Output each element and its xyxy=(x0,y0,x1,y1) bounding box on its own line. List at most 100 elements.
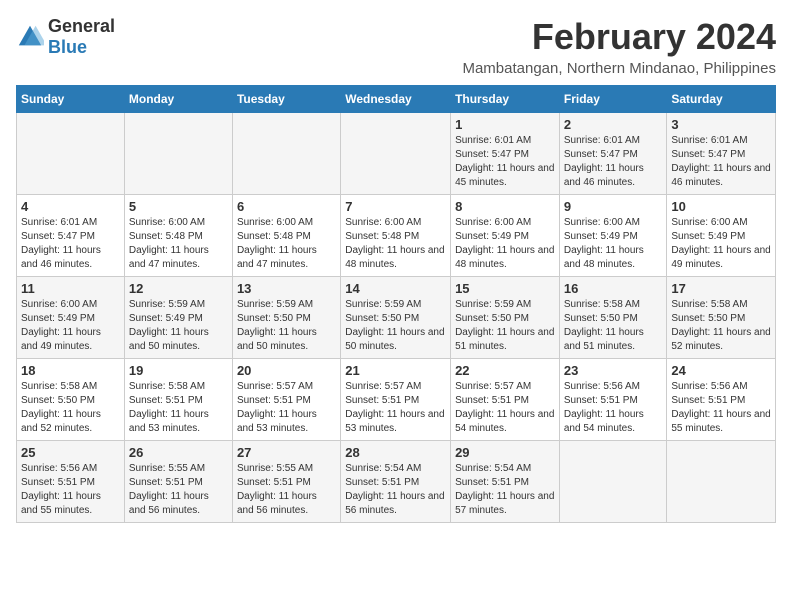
calendar-cell: 25 Sunrise: 5:56 AMSunset: 5:51 PMDayligh… xyxy=(17,441,125,523)
calendar-body: 1 Sunrise: 6:01 AMSunset: 5:47 PMDaylight… xyxy=(17,113,776,523)
calendar-cell: 20 Sunrise: 5:57 AMSunset: 5:51 PMDayligh… xyxy=(232,359,340,441)
day-number: 2 xyxy=(564,117,663,132)
day-number: 15 xyxy=(455,281,555,296)
day-info: Sunrise: 5:58 AMSunset: 5:50 PMDaylight:… xyxy=(671,298,771,354)
calendar-cell: 10Sunrise: 6:00 AMSunset: 5:49 PMDayligh… xyxy=(667,195,776,277)
calendar-cell: 21 Sunrise: 5:57 AMSunset: 5:51 PMDayligh… xyxy=(341,359,451,441)
calendar-cell xyxy=(17,113,125,195)
subtitle: Mambatangan, Northern Mindanao, Philippi… xyxy=(462,60,776,77)
day-number: 21 xyxy=(345,363,446,378)
calendar-cell: 7 Sunrise: 6:00 AMSunset: 5:48 PMDaylight… xyxy=(341,195,451,277)
day-number: 6 xyxy=(237,199,336,214)
day-number: 25 xyxy=(21,445,120,460)
calendar-cell: 28 Sunrise: 5:54 AMSunset: 5:51 PMDayligh… xyxy=(341,441,451,523)
calendar-cell: 18 Sunrise: 5:58 AMSunset: 5:50 PMDayligh… xyxy=(17,359,125,441)
day-info: Sunrise: 5:58 AMSunset: 5:51 PMDaylight:… xyxy=(129,380,228,436)
calendar-cell: 19 Sunrise: 5:58 AMSunset: 5:51 PMDayligh… xyxy=(124,359,232,441)
day-number: 23 xyxy=(564,363,663,378)
day-number: 22 xyxy=(455,363,555,378)
logo-icon xyxy=(16,23,44,51)
day-number: 20 xyxy=(237,363,336,378)
calendar-cell xyxy=(341,113,451,195)
day-info: Sunrise: 6:00 AMSunset: 5:49 PMDaylight:… xyxy=(671,216,771,272)
day-info: Sunrise: 5:58 AMSunset: 5:50 PMDaylight:… xyxy=(564,298,663,354)
header-sunday: Sunday xyxy=(17,86,125,113)
calendar-cell: 26Sunrise: 5:55 AMSunset: 5:51 PMDayligh… xyxy=(124,441,232,523)
calendar-cell xyxy=(559,441,667,523)
calendar-cell: 13 Sunrise: 5:59 AMSunset: 5:50 PMDayligh… xyxy=(232,277,340,359)
day-number: 5 xyxy=(129,199,228,214)
day-info: Sunrise: 6:01 AMSunset: 5:47 PMDaylight:… xyxy=(455,134,555,190)
calendar-cell: 2 Sunrise: 6:01 AMSunset: 5:47 PMDaylight… xyxy=(559,113,667,195)
header: General Blue February 2024 Mambatangan, … xyxy=(16,16,776,77)
day-info: Sunrise: 5:54 AMSunset: 5:51 PMDaylight:… xyxy=(455,462,555,518)
day-number: 9 xyxy=(564,199,663,214)
day-info: Sunrise: 5:55 AMSunset: 5:51 PMDaylight:… xyxy=(237,462,336,518)
day-info: Sunrise: 6:00 AMSunset: 5:48 PMDaylight:… xyxy=(237,216,336,272)
header-tuesday: Tuesday xyxy=(232,86,340,113)
calendar-cell: 23 Sunrise: 5:56 AMSunset: 5:51 PMDayligh… xyxy=(559,359,667,441)
day-info: Sunrise: 5:59 AMSunset: 5:50 PMDaylight:… xyxy=(345,298,446,354)
calendar-header: Sunday Monday Tuesday Wednesday Thursday… xyxy=(17,86,776,113)
day-info: Sunrise: 5:59 AMSunset: 5:50 PMDaylight:… xyxy=(237,298,336,354)
day-info: Sunrise: 5:57 AMSunset: 5:51 PMDaylight:… xyxy=(345,380,446,436)
day-info: Sunrise: 6:01 AMSunset: 5:47 PMDaylight:… xyxy=(564,134,663,190)
calendar-cell: 16 Sunrise: 5:58 AMSunset: 5:50 PMDayligh… xyxy=(559,277,667,359)
header-wednesday: Wednesday xyxy=(341,86,451,113)
header-monday: Monday xyxy=(124,86,232,113)
day-number: 1 xyxy=(455,117,555,132)
calendar-week-row: 25 Sunrise: 5:56 AMSunset: 5:51 PMDayligh… xyxy=(17,441,776,523)
calendar-cell: 1 Sunrise: 6:01 AMSunset: 5:47 PMDaylight… xyxy=(451,113,560,195)
calendar-cell xyxy=(667,441,776,523)
day-info: Sunrise: 5:56 AMSunset: 5:51 PMDaylight:… xyxy=(21,462,120,518)
calendar-week-row: 18 Sunrise: 5:58 AMSunset: 5:50 PMDayligh… xyxy=(17,359,776,441)
day-number: 11 xyxy=(21,281,120,296)
day-info: Sunrise: 5:58 AMSunset: 5:50 PMDaylight:… xyxy=(21,380,120,436)
day-number: 24 xyxy=(671,363,771,378)
calendar-cell: 22 Sunrise: 5:57 AMSunset: 5:51 PMDayligh… xyxy=(451,359,560,441)
calendar-cell: 8Sunrise: 6:00 AMSunset: 5:49 PMDaylight… xyxy=(451,195,560,277)
logo-general-text: General xyxy=(48,16,115,36)
calendar-week-row: 4 Sunrise: 6:01 AMSunset: 5:47 PMDaylight… xyxy=(17,195,776,277)
day-info: Sunrise: 6:00 AMSunset: 5:49 PMDaylight:… xyxy=(21,298,120,354)
header-friday: Friday xyxy=(559,86,667,113)
calendar-cell: 29Sunrise: 5:54 AMSunset: 5:51 PMDayligh… xyxy=(451,441,560,523)
calendar-week-row: 11 Sunrise: 6:00 AMSunset: 5:49 PMDayligh… xyxy=(17,277,776,359)
calendar-cell: 17 Sunrise: 5:58 AMSunset: 5:50 PMDayligh… xyxy=(667,277,776,359)
header-thursday: Thursday xyxy=(451,86,560,113)
calendar-cell: 3Sunrise: 6:01 AMSunset: 5:47 PMDaylight… xyxy=(667,113,776,195)
header-row: Sunday Monday Tuesday Wednesday Thursday… xyxy=(17,86,776,113)
day-number: 17 xyxy=(671,281,771,296)
calendar-cell xyxy=(124,113,232,195)
day-number: 14 xyxy=(345,281,446,296)
day-number: 19 xyxy=(129,363,228,378)
day-number: 7 xyxy=(345,199,446,214)
day-info: Sunrise: 6:00 AMSunset: 5:48 PMDaylight:… xyxy=(345,216,446,272)
day-info: Sunrise: 5:59 AMSunset: 5:50 PMDaylight:… xyxy=(455,298,555,354)
day-info: Sunrise: 6:00 AMSunset: 5:48 PMDaylight:… xyxy=(129,216,228,272)
day-number: 12 xyxy=(129,281,228,296)
calendar-cell: 15 Sunrise: 5:59 AMSunset: 5:50 PMDayligh… xyxy=(451,277,560,359)
day-info: Sunrise: 5:54 AMSunset: 5:51 PMDaylight:… xyxy=(345,462,446,518)
calendar-cell: 27 Sunrise: 5:55 AMSunset: 5:51 PMDayligh… xyxy=(232,441,340,523)
logo: General Blue xyxy=(16,16,115,58)
day-number: 4 xyxy=(21,199,120,214)
logo-blue-text: Blue xyxy=(48,37,87,57)
calendar-cell: 12Sunrise: 5:59 AMSunset: 5:49 PMDayligh… xyxy=(124,277,232,359)
day-number: 27 xyxy=(237,445,336,460)
day-number: 18 xyxy=(21,363,120,378)
day-info: Sunrise: 6:00 AMSunset: 5:49 PMDaylight:… xyxy=(455,216,555,272)
day-info: Sunrise: 5:57 AMSunset: 5:51 PMDaylight:… xyxy=(237,380,336,436)
title-area: February 2024 Mambatangan, Northern Mind… xyxy=(462,16,776,77)
calendar-week-row: 1 Sunrise: 6:01 AMSunset: 5:47 PMDaylight… xyxy=(17,113,776,195)
day-number: 16 xyxy=(564,281,663,296)
day-info: Sunrise: 6:00 AMSunset: 5:49 PMDaylight:… xyxy=(564,216,663,272)
day-info: Sunrise: 6:01 AMSunset: 5:47 PMDaylight:… xyxy=(21,216,120,272)
day-number: 13 xyxy=(237,281,336,296)
day-info: Sunrise: 5:56 AMSunset: 5:51 PMDaylight:… xyxy=(564,380,663,436)
day-number: 28 xyxy=(345,445,446,460)
day-info: Sunrise: 5:57 AMSunset: 5:51 PMDaylight:… xyxy=(455,380,555,436)
calendar-cell: 9 Sunrise: 6:00 AMSunset: 5:49 PMDaylight… xyxy=(559,195,667,277)
calendar-cell: 4 Sunrise: 6:01 AMSunset: 5:47 PMDaylight… xyxy=(17,195,125,277)
calendar-cell: 14 Sunrise: 5:59 AMSunset: 5:50 PMDayligh… xyxy=(341,277,451,359)
